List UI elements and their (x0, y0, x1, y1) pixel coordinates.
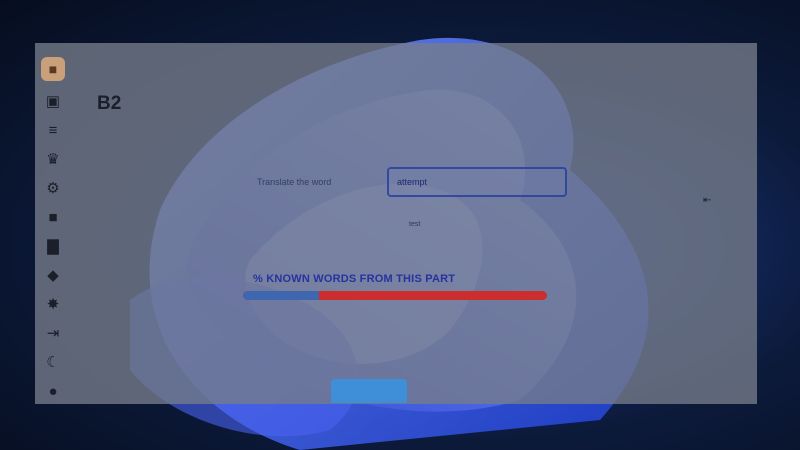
known-words-heading: % KNOWN WORDS FROM THIS PART (253, 273, 456, 285)
submit-button[interactable] (331, 379, 407, 403)
moon-icon[interactable]: ☾ (43, 352, 63, 372)
trophy-icon[interactable]: ♛ (43, 149, 63, 169)
exit-icon[interactable]: ⇤ (703, 195, 711, 206)
known-words-progress-bar (243, 291, 547, 300)
shield-icon[interactable]: ◆ (43, 265, 63, 285)
page-title: B2 (97, 93, 122, 114)
logout-icon[interactable]: ⇥ (43, 323, 63, 343)
podium-icon[interactable]: ▇ (43, 236, 63, 256)
scroll-icon[interactable]: ≡ (43, 120, 63, 140)
id-card-icon[interactable]: ■ (43, 207, 63, 227)
known-words-progress-fill (243, 291, 319, 300)
chest-logo-icon[interactable]: ■ (41, 57, 65, 81)
sidebar: ■ ▣ ≡ ♛ ⚙ ■ ▇ ◆ ✸ ⇥ ☾ ● (35, 43, 71, 404)
hint-text: test (409, 221, 421, 228)
box-icon[interactable]: ▣ (43, 91, 63, 111)
github-icon[interactable]: ● (43, 381, 63, 401)
app-window: ■ ▣ ≡ ♛ ⚙ ■ ▇ ◆ ✸ ⇥ ☾ ● B2 Translate the word test… (35, 43, 757, 404)
translate-prompt-label: Translate the word (257, 177, 332, 187)
gear-icon[interactable]: ⚙ (43, 178, 63, 198)
bug-icon[interactable]: ✸ (43, 294, 63, 314)
answer-input[interactable] (387, 167, 567, 197)
